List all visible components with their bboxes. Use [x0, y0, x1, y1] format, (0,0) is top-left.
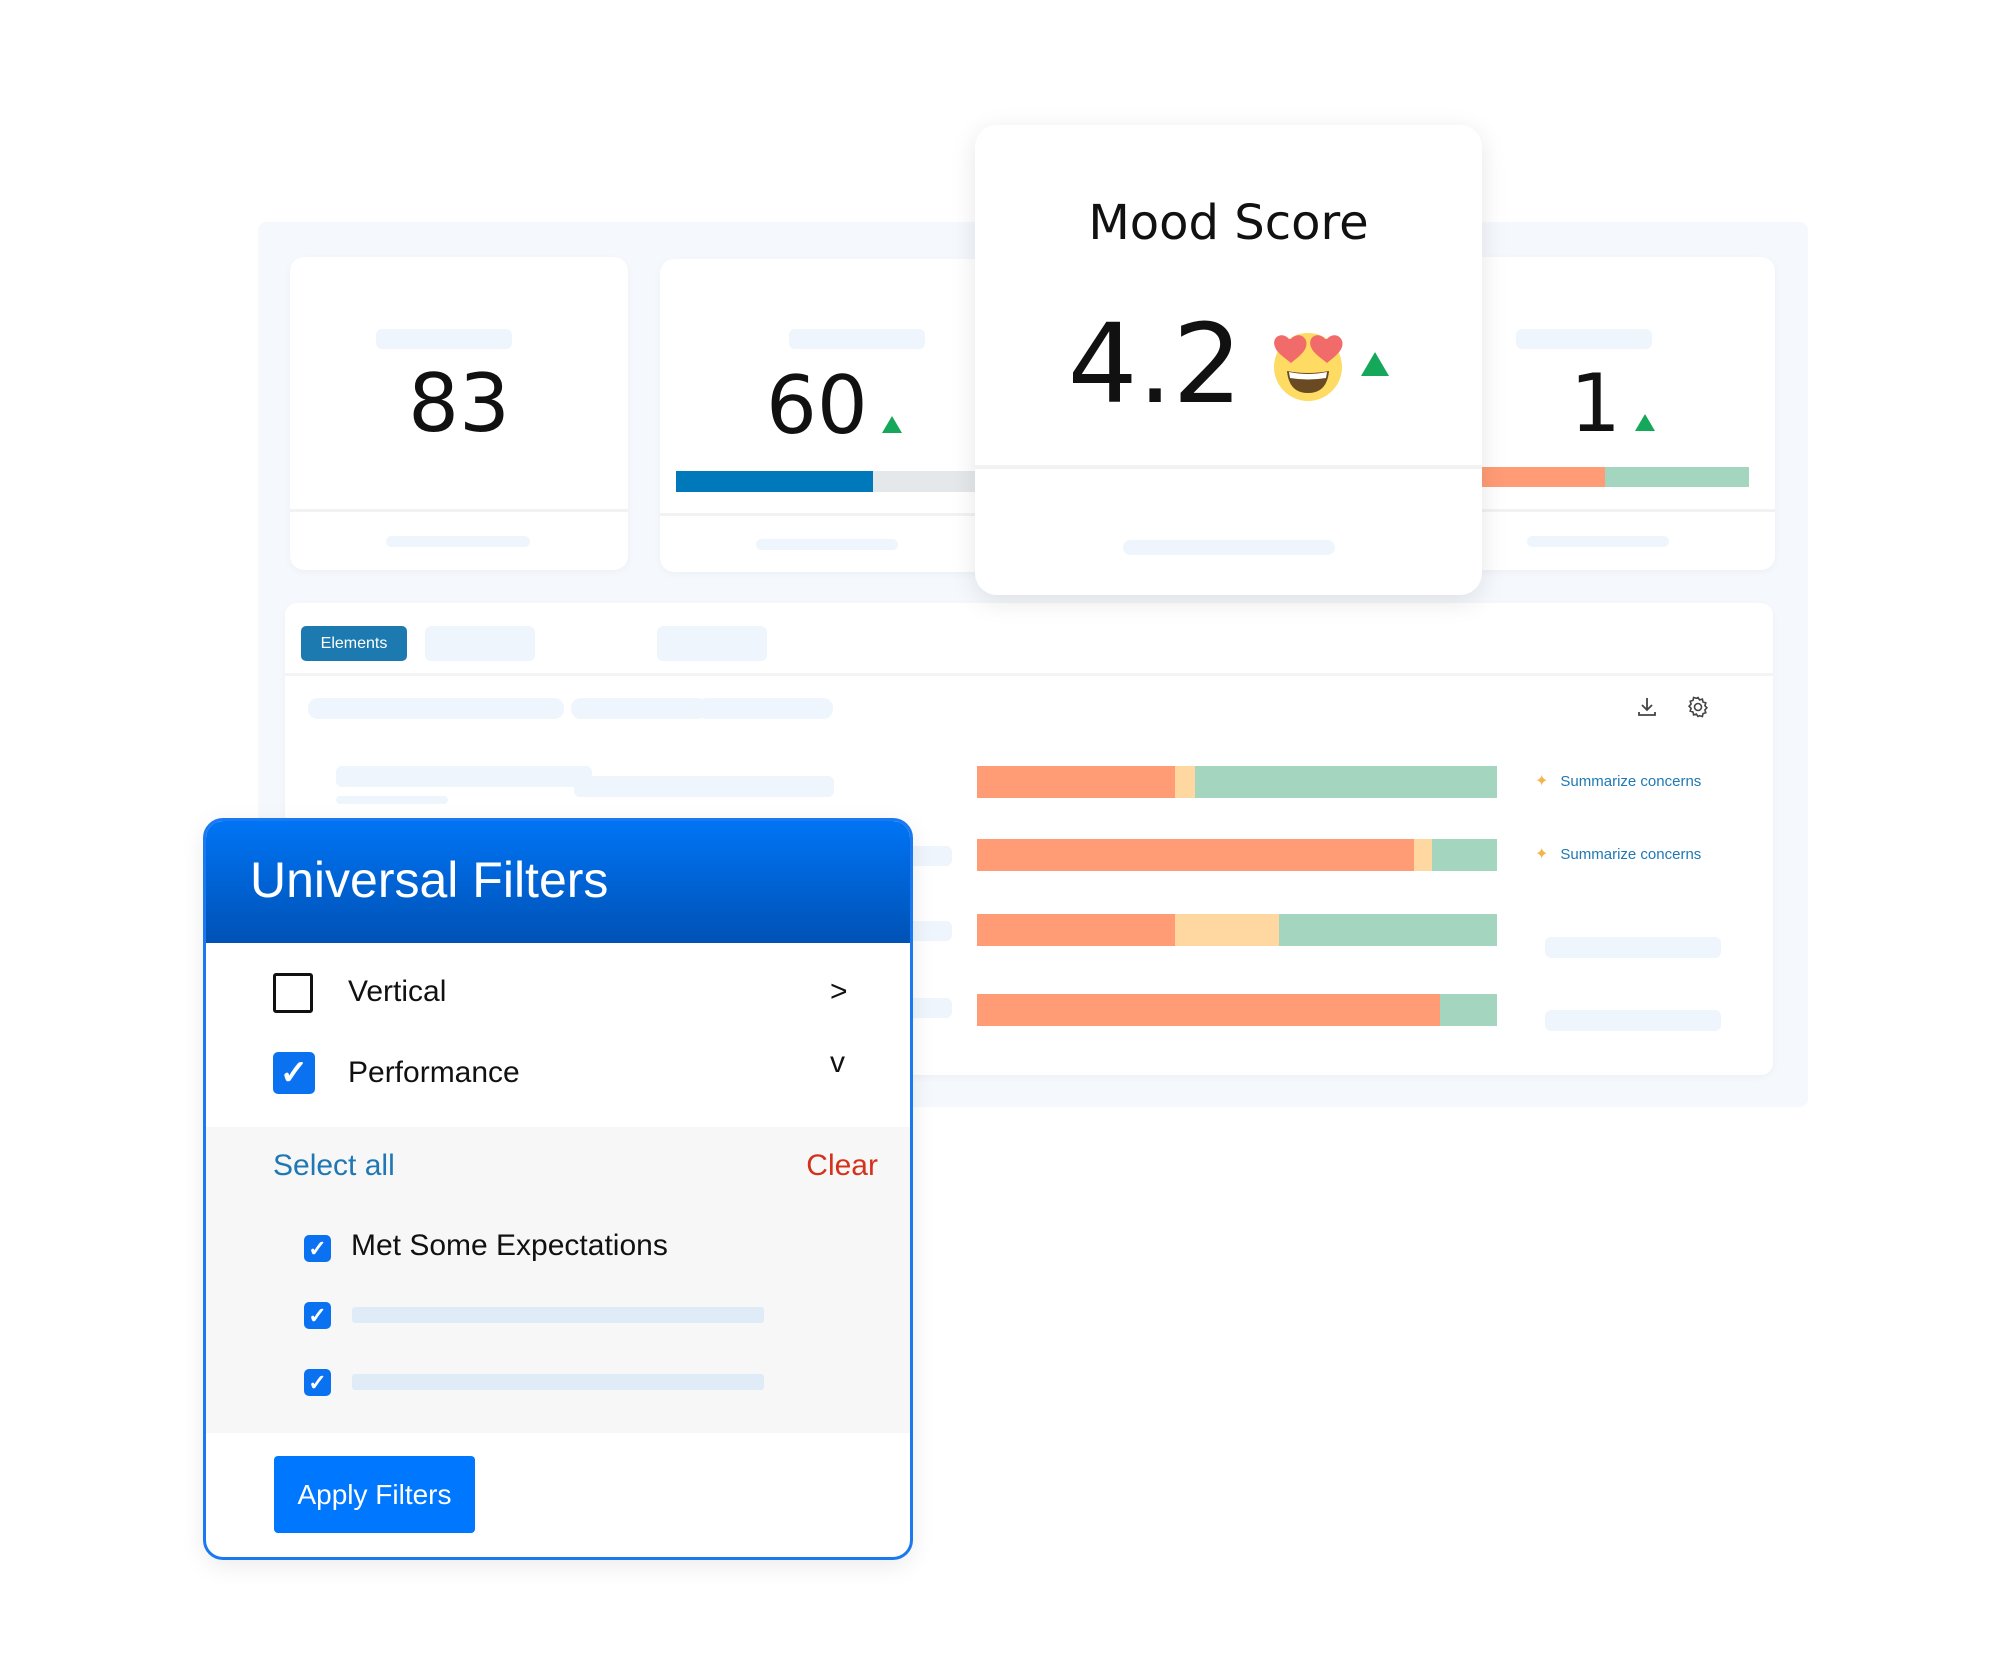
kpi-label-placeholder [1516, 329, 1652, 349]
sentiment-negative-segment [977, 766, 1175, 798]
sentiment-neutral-segment [1174, 914, 1279, 946]
sentiment-bar [977, 766, 1497, 798]
sentiment-positive-segment [1278, 914, 1497, 946]
kpi-label-placeholder [376, 329, 512, 349]
apply-filters-button[interactable]: Apply Filters [274, 1456, 475, 1533]
chevron-down-icon[interactable]: v [830, 1046, 845, 1080]
sentiment-negative-segment [977, 914, 1175, 946]
row-cell-placeholder [907, 921, 952, 941]
column-header-placeholder [571, 698, 707, 719]
kpi-footer-placeholder [1527, 536, 1669, 547]
mood-score-card: Mood Score 4.2 [975, 125, 1482, 595]
split-bar-positive [1605, 467, 1749, 487]
option-label-placeholder [352, 1374, 764, 1390]
card-divider [975, 465, 1482, 469]
gear-icon[interactable] [1686, 695, 1710, 724]
vertical-checkbox[interactable] [273, 973, 313, 1013]
sentiment-bar [977, 994, 1497, 1026]
option-label: Met Some Expectations [351, 1229, 668, 1262]
split-bar-negative [1478, 467, 1606, 487]
row-cell-placeholder [698, 776, 834, 797]
trend-up-icon [881, 416, 902, 433]
progress-bar-fill [676, 471, 874, 492]
option-checkbox[interactable]: ✓ [304, 1369, 331, 1396]
row-cell-placeholder [907, 998, 952, 1018]
sparkle-icon: ✦ [1535, 846, 1549, 863]
row-sublabel-placeholder [336, 796, 448, 804]
card-divider [660, 513, 1020, 516]
download-icon[interactable] [1635, 695, 1659, 724]
option-label-placeholder [352, 1307, 764, 1323]
kpi-value: 1 [1570, 357, 1621, 450]
sentiment-neutral-segment [1174, 766, 1196, 798]
row-cell-placeholder [907, 846, 952, 866]
kpi-card: 60 [660, 259, 1020, 572]
kpi-footer-placeholder [386, 536, 530, 547]
card-divider [290, 509, 628, 512]
mood-footer-placeholder [1123, 540, 1335, 555]
option-checkbox[interactable]: ✓ [304, 1302, 331, 1329]
universal-filters-panel: Universal Filters Vertical > ✓ Performan… [203, 818, 913, 1560]
kpi-card: 83 [290, 257, 628, 570]
column-header-placeholder [308, 698, 564, 719]
summarize-concerns-link[interactable]: ✦ Summarize concerns [1535, 771, 1701, 791]
performance-checkbox[interactable]: ✓ [273, 1052, 315, 1094]
sentiment-bar [977, 914, 1497, 946]
filter-group-performance[interactable]: ✓ Performance v [206, 1046, 910, 1106]
sentiment-neutral-segment [1413, 839, 1432, 871]
row-action-placeholder [1545, 937, 1721, 958]
split-bar [1478, 467, 1749, 487]
clear-link[interactable]: Clear [806, 1149, 878, 1183]
sparkle-icon: ✦ [1535, 773, 1549, 790]
summarize-concerns-link[interactable]: ✦ Summarize concerns [1535, 844, 1701, 864]
column-header-placeholder [697, 698, 833, 719]
tab-elements[interactable]: Elements [301, 626, 407, 661]
tab-placeholder[interactable] [657, 626, 767, 661]
row-action-placeholder [1545, 1010, 1721, 1031]
option-checkbox[interactable]: ✓ [304, 1235, 331, 1262]
sentiment-positive-segment [1431, 839, 1497, 871]
row-label-placeholder [336, 766, 592, 787]
trend-up-icon [1361, 352, 1390, 376]
tab-divider [285, 673, 1773, 676]
chevron-right-icon[interactable]: > [830, 975, 848, 1009]
filter-group-label: Vertical [348, 975, 447, 1008]
kpi-value: 60 [766, 359, 868, 452]
filters-title: Universal Filters [250, 852, 609, 908]
row-cell-placeholder [574, 776, 710, 797]
heart-eyes-emoji-icon [1269, 325, 1347, 403]
kpi-value: 83 [408, 357, 510, 450]
sentiment-bar [977, 839, 1497, 871]
filters-header: Universal Filters [206, 821, 910, 943]
mood-score-title: Mood Score [1088, 195, 1369, 251]
filter-options-area: Select all Clear ✓ Met Some Expectations… [206, 1127, 910, 1433]
kpi-footer-placeholder [756, 539, 898, 550]
card-divider [1470, 509, 1775, 512]
mood-score-value: 4.2 [1067, 300, 1243, 428]
progress-bar [676, 471, 1016, 492]
tab-placeholder[interactable] [425, 626, 535, 661]
kpi-label-placeholder [789, 329, 925, 349]
sentiment-negative-segment [977, 839, 1414, 871]
kpi-card: 1 [1470, 257, 1775, 570]
filter-group-vertical[interactable]: Vertical > [206, 967, 910, 1027]
sentiment-positive-segment [1439, 994, 1497, 1026]
select-all-link[interactable]: Select all [273, 1149, 395, 1183]
sentiment-negative-segment [977, 994, 1440, 1026]
trend-up-icon [1634, 414, 1655, 431]
sentiment-positive-segment [1195, 766, 1497, 798]
filter-group-label: Performance [348, 1056, 520, 1089]
